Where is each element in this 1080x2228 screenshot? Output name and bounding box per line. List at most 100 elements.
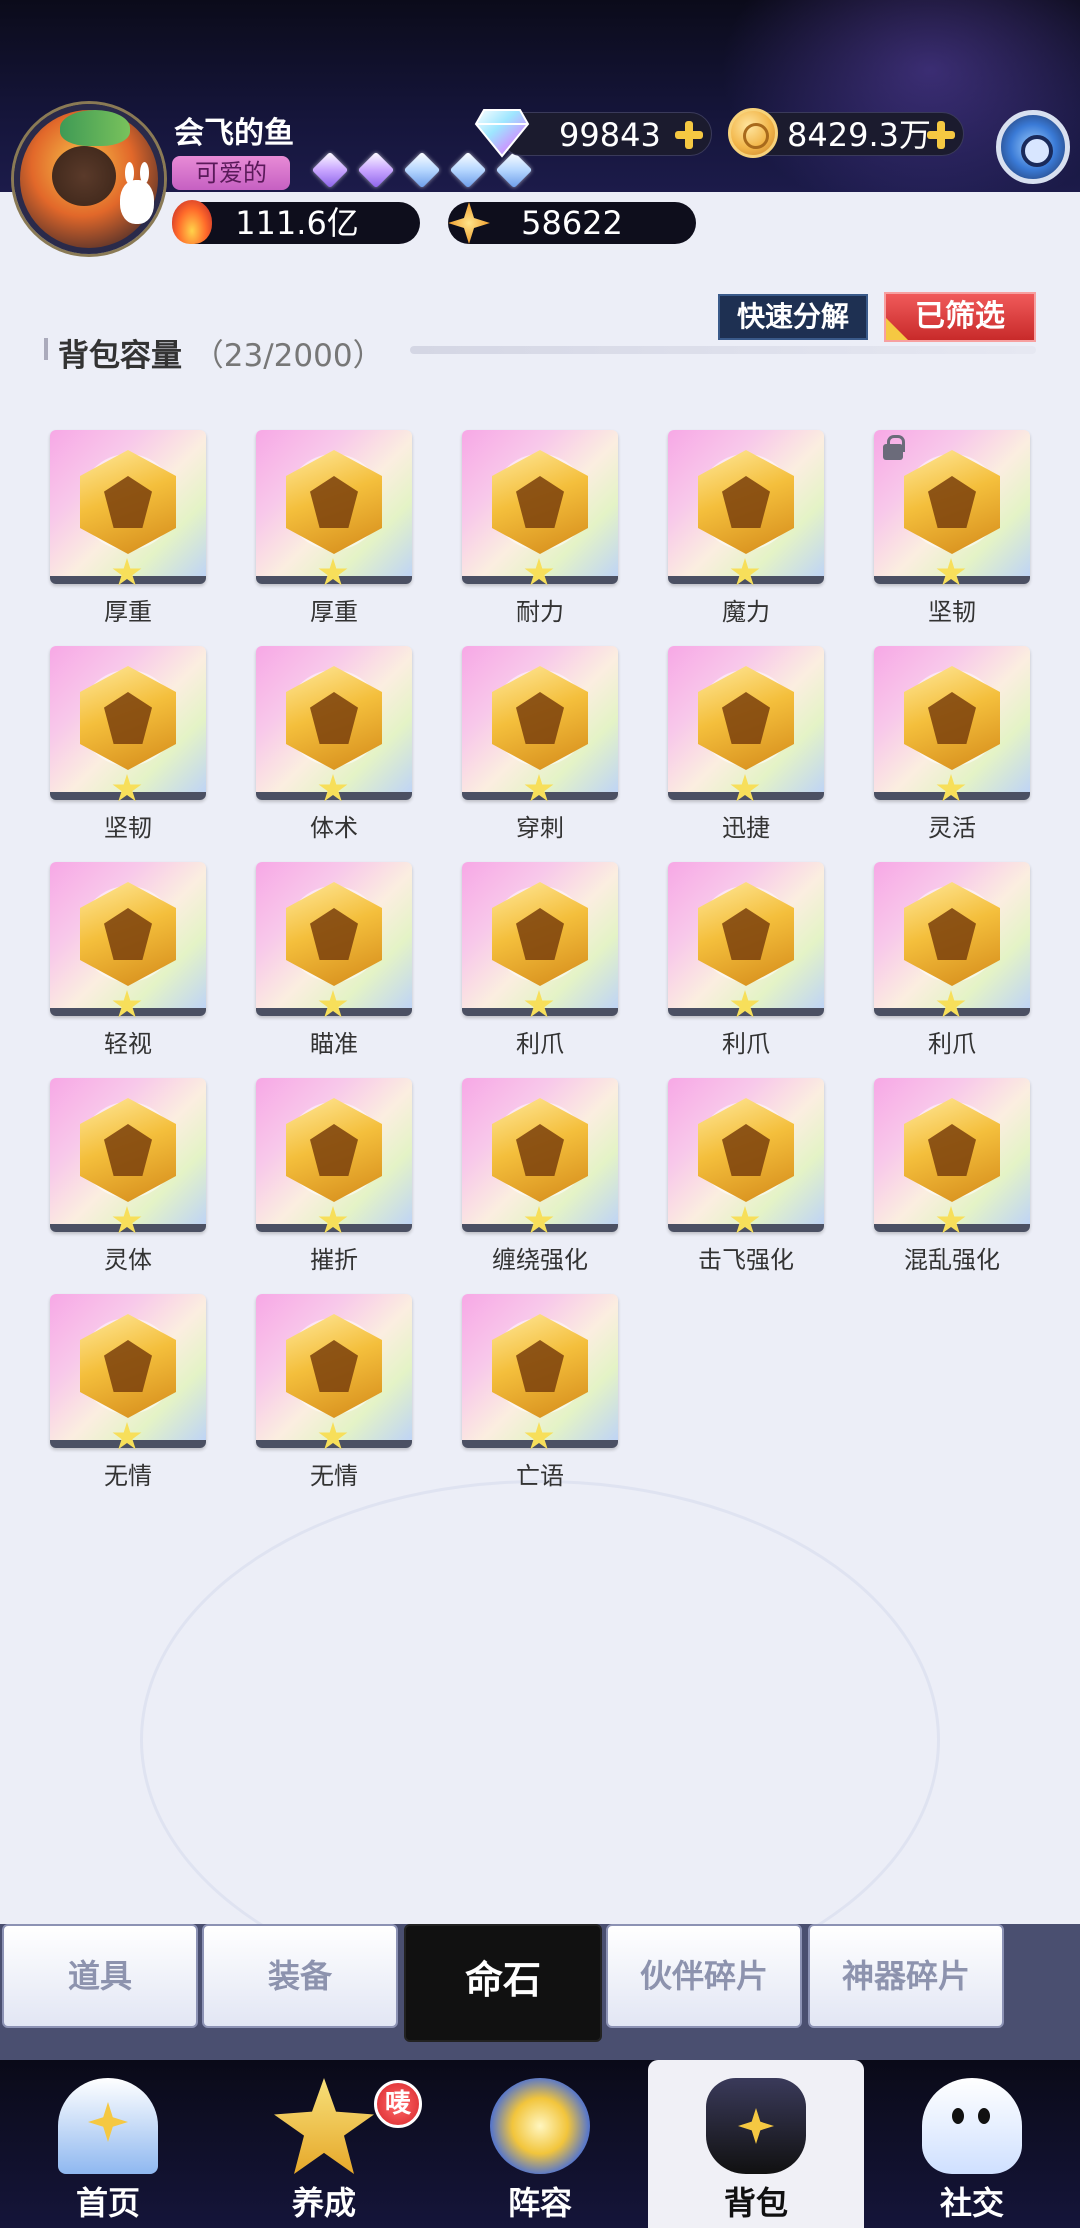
item-name: 坚韧 [928,598,976,626]
develop-star-icon [274,2078,374,2174]
fate-stone-item[interactable]: 摧折 [256,1078,412,1284]
item-tile [256,862,412,1016]
diamond-icon [311,151,349,189]
fate-stone-item[interactable]: 迅捷 [668,646,824,852]
fate-stone-icon [286,1314,382,1418]
notification-badge: 唛 [374,2080,422,2128]
gem-icon [474,109,530,158]
fate-stone-item[interactable]: 耐力 [462,430,618,636]
tab-equipment[interactable]: 装备 [202,1924,398,2028]
item-name: 厚重 [104,598,152,626]
fate-stone-icon [904,882,1000,986]
tab-partner-shards[interactable]: 伙伴碎片 [606,1924,802,2028]
leaf-decoration [60,110,130,146]
fate-stone-item[interactable]: 缠绕强化 [462,1078,618,1284]
diamond-icon [403,151,441,189]
fate-stone-icon [492,1098,588,1202]
fate-stone-item[interactable]: 厚重 [50,430,206,636]
item-name: 魔力 [722,598,770,626]
fate-stone-icon [698,882,794,986]
fate-stone-item[interactable]: 灵活 [874,646,1030,852]
fate-stone-item[interactable]: 利爪 [874,862,1030,1068]
settings-gear-icon[interactable] [996,110,1070,184]
fate-stone-icon [80,882,176,986]
fate-stone-item[interactable]: 瞄准 [256,862,412,1068]
item-name: 瞄准 [310,1030,358,1058]
capacity-label: 背包容量 [58,338,182,374]
fate-stone-icon [698,450,794,554]
item-tile [50,862,206,1016]
capacity-count: （23/2000） [192,338,384,374]
item-name: 亡语 [516,1462,564,1490]
item-tile [50,430,206,584]
fate-stone-item[interactable]: 坚韧 [874,430,1030,636]
fate-stone-item[interactable]: 穿刺 [462,646,618,852]
filter-button[interactable]: 已筛选 [884,292,1036,342]
fate-stone-item[interactable]: 魔力 [668,430,824,636]
item-tile [668,646,824,800]
gem-amount: 99843 [559,116,661,154]
item-name: 厚重 [310,598,358,626]
nav-social[interactable]: 社交 [864,2060,1080,2228]
fate-stone-item[interactable]: 利爪 [462,862,618,1068]
fate-stone-item[interactable]: 体术 [256,646,412,852]
item-tile [50,646,206,800]
fate-stone-icon [286,450,382,554]
lineup-emblem-icon [490,2078,590,2174]
fate-stone-icon [286,1098,382,1202]
fate-stone-item[interactable]: 击飞强化 [668,1078,824,1284]
item-tile [668,862,824,1016]
tab-artifact-shards[interactable]: 神器碎片 [808,1924,1004,2028]
fate-stone-item[interactable]: 亡语 [462,1294,618,1500]
fate-stone-item[interactable]: 轻视 [50,862,206,1068]
fate-stone-icon [286,882,382,986]
fate-stone-icon [80,1314,176,1418]
fate-stone-item[interactable]: 无情 [256,1294,412,1500]
divider-line [410,346,1036,354]
item-tile [256,1294,412,1448]
item-name: 轻视 [104,1030,152,1058]
fate-stone-item[interactable]: 混乱强化 [874,1078,1030,1284]
item-tile [874,1078,1030,1232]
item-name: 无情 [310,1462,358,1490]
title-badge[interactable]: 可爱的 [172,156,290,190]
nav-home[interactable]: 首页 [0,2060,216,2228]
username: 会飞的鱼 [174,116,294,151]
item-name: 坚韧 [104,814,152,842]
fate-stone-item[interactable]: 厚重 [256,430,412,636]
fate-stone-icon [492,882,588,986]
fate-stone-icon [492,666,588,770]
diamond-icon [357,151,395,189]
item-tile [668,430,824,584]
player-avatar[interactable] [14,104,164,254]
item-name: 灵体 [104,1246,152,1274]
nav-bag[interactable]: 背包 [648,2060,864,2228]
nav-label: 背包 [723,2184,788,2222]
nav-lineup[interactable]: 阵容 [432,2060,648,2228]
item-name: 击飞强化 [698,1246,794,1274]
fate-stone-item[interactable]: 无情 [50,1294,206,1500]
bag-icon [706,2078,806,2174]
quick-decompose-button[interactable]: 快速分解 [718,294,868,340]
item-name: 摧折 [310,1246,358,1274]
fate-stone-icon [80,450,176,554]
item-tile [50,1294,206,1448]
bunny-companion-icon [120,162,154,224]
item-tile [462,430,618,584]
item-tile [462,646,618,800]
item-tile [462,1078,618,1232]
home-icon [58,2078,158,2174]
fate-stone-item[interactable]: 坚韧 [50,646,206,852]
tab-fate-stones[interactable]: 命石 [404,1924,602,2042]
fate-stone-item[interactable]: 灵体 [50,1078,206,1284]
gem-counter: 99843 [500,112,712,156]
tab-items[interactable]: 道具 [2,1924,198,2028]
item-name: 利爪 [722,1030,770,1058]
item-name: 利爪 [928,1030,976,1058]
bag-capacity: 背包容量 （23/2000） [58,330,384,375]
add-coins-plus-icon[interactable] [925,119,957,151]
fate-stone-item[interactable]: 利爪 [668,862,824,1068]
fate-stone-icon [698,1098,794,1202]
add-gems-plus-icon[interactable] [673,119,705,151]
item-name: 迅捷 [722,814,770,842]
